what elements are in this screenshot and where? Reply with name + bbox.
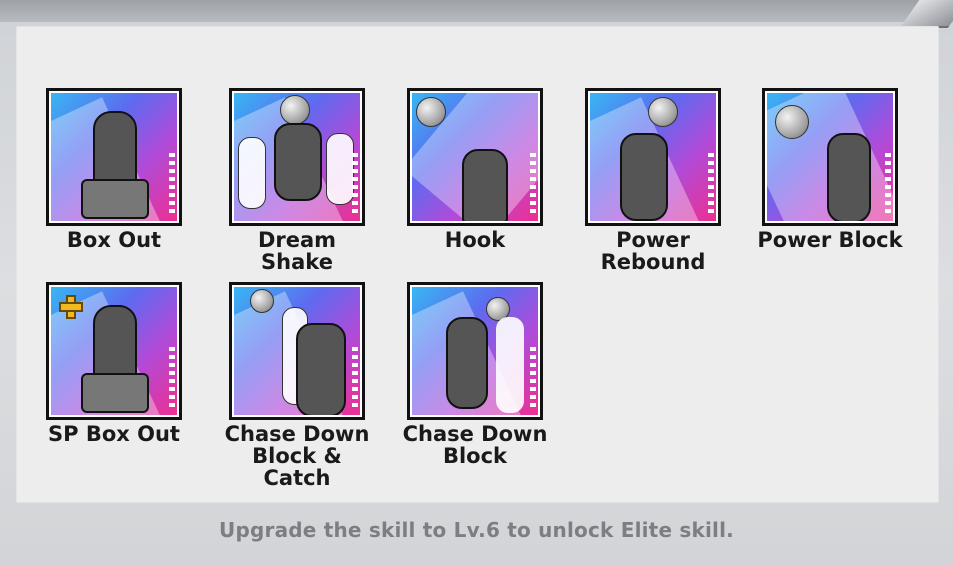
box-out-icon xyxy=(51,93,177,221)
power-block-icon xyxy=(767,93,893,221)
skill-power-block[interactable]: Power Block xyxy=(755,88,905,251)
chase-down-block-catch-icon xyxy=(234,287,360,415)
plus-badge-icon xyxy=(59,295,83,319)
skill-card[interactable] xyxy=(229,282,365,420)
skill-label: Power Rebound xyxy=(600,228,706,274)
skill-box-out[interactable]: Box Out xyxy=(39,88,189,251)
skill-card[interactable] xyxy=(46,282,182,420)
skill-card[interactable] xyxy=(585,88,721,226)
power-rebound-icon xyxy=(590,93,716,221)
skill-card[interactable] xyxy=(46,88,182,226)
skill-label: Hook xyxy=(444,228,506,252)
top-strip xyxy=(0,0,953,22)
skill-label: Dream Shake xyxy=(257,228,337,274)
skill-card[interactable] xyxy=(407,282,543,420)
skill-dream-shake[interactable]: Dream Shake xyxy=(222,88,372,273)
skill-label: Power Block xyxy=(757,228,903,252)
skill-power-rebound[interactable]: Power Rebound xyxy=(578,88,728,273)
skill-label: Box Out xyxy=(66,228,162,252)
skill-sp-box-out[interactable]: SP Box Out xyxy=(39,282,189,445)
skill-label: Chase Down Block xyxy=(402,422,548,468)
skill-label: Chase Down Block & Catch xyxy=(224,422,370,490)
dream-shake-icon xyxy=(234,93,360,221)
skills-panel: Box Out Dream Shake Hook Power Rebound P… xyxy=(16,26,939,503)
skill-label: SP Box Out xyxy=(48,422,180,446)
skill-hook[interactable]: Hook xyxy=(400,88,550,251)
hook-icon xyxy=(412,93,538,221)
skill-chase-down-block[interactable]: Chase Down Block xyxy=(400,282,550,467)
skill-card[interactable] xyxy=(762,88,898,226)
skill-chase-down-block-catch[interactable]: Chase Down Block & Catch xyxy=(222,282,372,489)
sp-box-out-icon xyxy=(51,287,177,415)
chase-down-block-icon xyxy=(412,287,538,415)
unlock-hint: Upgrade the skill to Lv.6 to unlock Elit… xyxy=(219,518,734,542)
skill-card[interactable] xyxy=(229,88,365,226)
skill-card[interactable] xyxy=(407,88,543,226)
